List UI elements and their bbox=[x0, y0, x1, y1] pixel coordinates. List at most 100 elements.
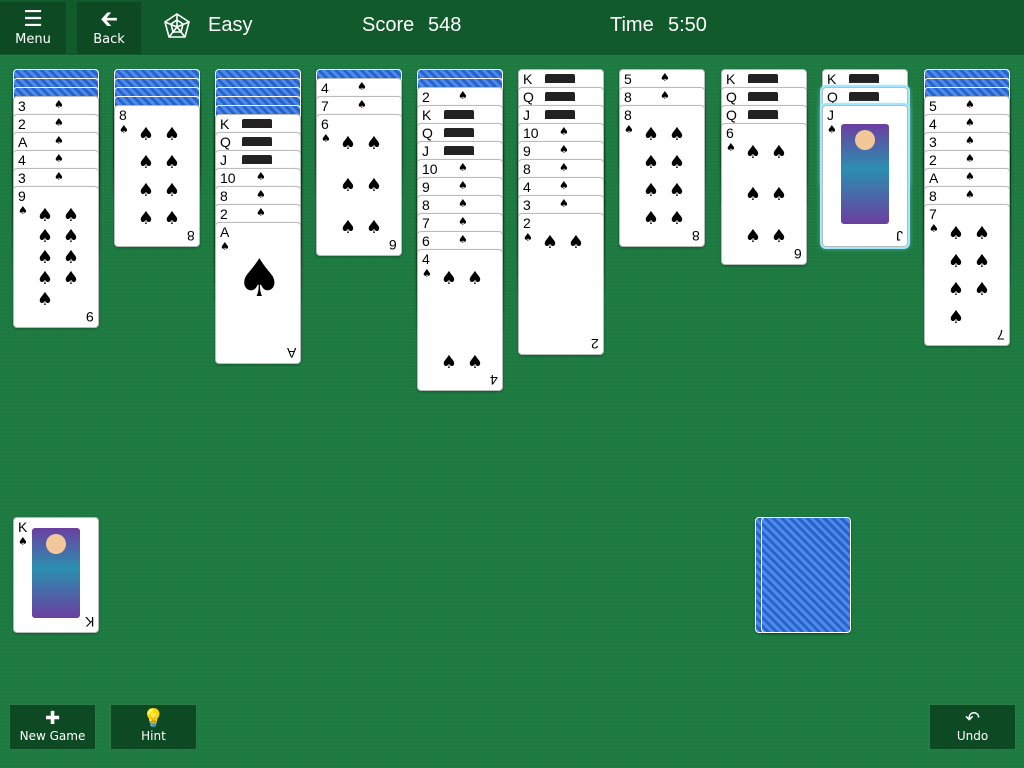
spade-icon: ♠ bbox=[523, 231, 533, 244]
spade-icon: ♠ bbox=[929, 222, 939, 235]
spider-web-icon bbox=[164, 13, 190, 38]
card-rank: 8 bbox=[624, 89, 632, 105]
card-rank: Q bbox=[523, 89, 534, 105]
playing-card[interactable]: 8 ♠ ♠ ♠ ♠ ♠ ♠ ♠ ♠ ♠ 8 bbox=[114, 105, 200, 247]
spade-icon: ♠ bbox=[137, 124, 155, 145]
card-pips: ♠ ♠ bbox=[537, 234, 589, 336]
difficulty-label: Easy bbox=[208, 14, 253, 36]
playing-card[interactable]: 6 ♠ ♠ ♠ ♠ ♠ ♠ ♠ 6 bbox=[316, 114, 402, 256]
card-rank: 2 bbox=[422, 89, 430, 105]
playing-card[interactable]: 8 ♠ ♠ ♠ ♠ ♠ ♠ ♠ ♠ ♠ 8 bbox=[619, 105, 705, 247]
card-pips: ♠ ♠ ♠ ♠ ♠ ♠ ♠ bbox=[943, 225, 995, 327]
spade-icon: ♠ bbox=[947, 279, 965, 300]
new-game-button[interactable]: ✚ New Game bbox=[9, 704, 96, 750]
lightbulb-icon: 💡 bbox=[142, 708, 165, 729]
spade-icon: ♠ bbox=[339, 133, 357, 154]
time-label: Time bbox=[610, 14, 654, 36]
menu-button[interactable]: ☰ Menu bbox=[0, 2, 66, 54]
card-rank: 8 bbox=[523, 161, 531, 177]
card-rank: A bbox=[18, 134, 28, 150]
back-button[interactable]: 🡰 Back bbox=[77, 2, 141, 54]
spade-icon: ♠ bbox=[18, 535, 28, 548]
card-rank: 4 bbox=[523, 179, 531, 195]
playing-card[interactable]: 7 ♠ ♠ ♠ ♠ ♠ ♠ ♠ ♠ 7 bbox=[924, 204, 1010, 346]
crown-icon bbox=[545, 92, 575, 101]
spade-icon: ♠ bbox=[642, 208, 660, 229]
card-pips: ♠ ♠ ♠ ♠ ♠ ♠ bbox=[740, 144, 792, 246]
spade-icon: ♠ bbox=[947, 223, 965, 244]
undo-arrow-icon: ↶ bbox=[964, 708, 981, 729]
card-pips: ♠ ♠ ♠ ♠ bbox=[436, 270, 488, 372]
spade-icon: ♠ bbox=[357, 80, 367, 93]
crown-icon bbox=[444, 128, 474, 137]
card-rank: J bbox=[422, 143, 429, 159]
card-rank: 4 bbox=[929, 116, 937, 132]
spade-icon: ♠ bbox=[965, 98, 975, 111]
card-rank: 4 bbox=[321, 80, 329, 96]
spade-icon: ♠ bbox=[54, 152, 64, 165]
spade-icon: ♠ bbox=[256, 188, 266, 201]
spade-icon: ♠ bbox=[770, 142, 788, 163]
card-rank: 8 bbox=[929, 188, 937, 204]
spade-icon: ♠ bbox=[458, 197, 468, 210]
spade-icon: ♠ bbox=[422, 267, 432, 280]
crown-icon bbox=[849, 74, 879, 83]
spade-icon: ♠ bbox=[62, 247, 80, 268]
card-rank: 7 bbox=[321, 98, 329, 114]
king-face-art bbox=[32, 528, 80, 618]
playing-card[interactable]: J ♠ J bbox=[822, 105, 908, 247]
spade-icon: ♠ bbox=[744, 142, 762, 163]
playing-card[interactable]: 4 ♠ ♠ ♠ ♠ ♠ 4 bbox=[417, 249, 503, 391]
card-rank: A bbox=[220, 224, 230, 240]
card-rank-bottom: A bbox=[286, 345, 296, 361]
card-pips: ♠ ♠ ♠ ♠ ♠ ♠ ♠ ♠ ♠ bbox=[32, 207, 84, 309]
spade-icon: ♠ bbox=[440, 352, 458, 373]
spade-icon: ♠ bbox=[458, 179, 468, 192]
card-pips: ♠ ♠ ♠ ♠ ♠ ♠ ♠ ♠ bbox=[133, 126, 185, 228]
spade-icon: ♠ bbox=[965, 134, 975, 147]
spade-icon: ♠ bbox=[163, 180, 181, 201]
playing-card[interactable]: A ♠ ♠ A bbox=[215, 222, 301, 364]
card-rank: 3 bbox=[523, 197, 531, 213]
card-rank: 3 bbox=[929, 134, 937, 150]
card-rank-bottom: 8 bbox=[692, 228, 700, 244]
playing-card[interactable]: 9 ♠ ♠ ♠ ♠ ♠ ♠ ♠ ♠ ♠ ♠ 9 bbox=[13, 186, 99, 328]
plus-icon: ✚ bbox=[44, 708, 61, 729]
spade-icon: ♠ bbox=[62, 268, 80, 289]
undo-button[interactable]: ↶ Undo bbox=[929, 704, 1016, 750]
spade-icon: ♠ bbox=[466, 352, 484, 373]
card-rank: Q bbox=[726, 107, 737, 123]
card-rank-bottom: 9 bbox=[86, 309, 94, 325]
card-rank: Q bbox=[422, 125, 433, 141]
spade-icon: ♠ bbox=[365, 217, 383, 238]
card-pips: ♠ ♠ ♠ ♠ ♠ ♠ ♠ ♠ bbox=[638, 126, 690, 228]
spade-icon: ♠ bbox=[365, 175, 383, 196]
card-rank: J bbox=[827, 107, 834, 123]
back-arrow-icon: 🡰 bbox=[100, 7, 118, 32]
playing-card[interactable]: 6 ♠ ♠ ♠ ♠ ♠ ♠ ♠ 6 bbox=[721, 123, 807, 265]
spade-icon: ♠ bbox=[624, 123, 634, 136]
stock-card-back[interactable] bbox=[761, 517, 851, 633]
playing-card[interactable]: 2 ♠ ♠ ♠ 2 bbox=[518, 213, 604, 355]
spade-icon: ♠ bbox=[744, 226, 762, 247]
spade-icon: ♠ bbox=[973, 223, 991, 244]
card-rank: 7 bbox=[929, 206, 937, 222]
card-rank: 4 bbox=[18, 152, 26, 168]
foundation-king-card: K ♠ K bbox=[13, 517, 99, 633]
card-rank-bottom: 8 bbox=[187, 228, 195, 244]
spade-icon: ♠ bbox=[339, 217, 357, 238]
spade-icon: ♠ bbox=[62, 205, 80, 226]
card-rank: 8 bbox=[119, 107, 127, 123]
card-rank: 9 bbox=[422, 179, 430, 195]
card-rank: K bbox=[827, 71, 837, 87]
spade-icon: ♠ bbox=[660, 71, 670, 84]
crown-icon bbox=[545, 110, 575, 119]
card-rank: 2 bbox=[18, 116, 26, 132]
spade-icon: ♠ bbox=[965, 116, 975, 129]
card-rank-bottom: 4 bbox=[490, 372, 498, 388]
hint-button[interactable]: 💡 Hint bbox=[110, 704, 197, 750]
card-rank-bottom: J bbox=[896, 228, 903, 244]
spade-icon: ♠ bbox=[642, 152, 660, 173]
card-rank: 6 bbox=[321, 116, 329, 132]
spade-icon: ♠ bbox=[163, 208, 181, 229]
